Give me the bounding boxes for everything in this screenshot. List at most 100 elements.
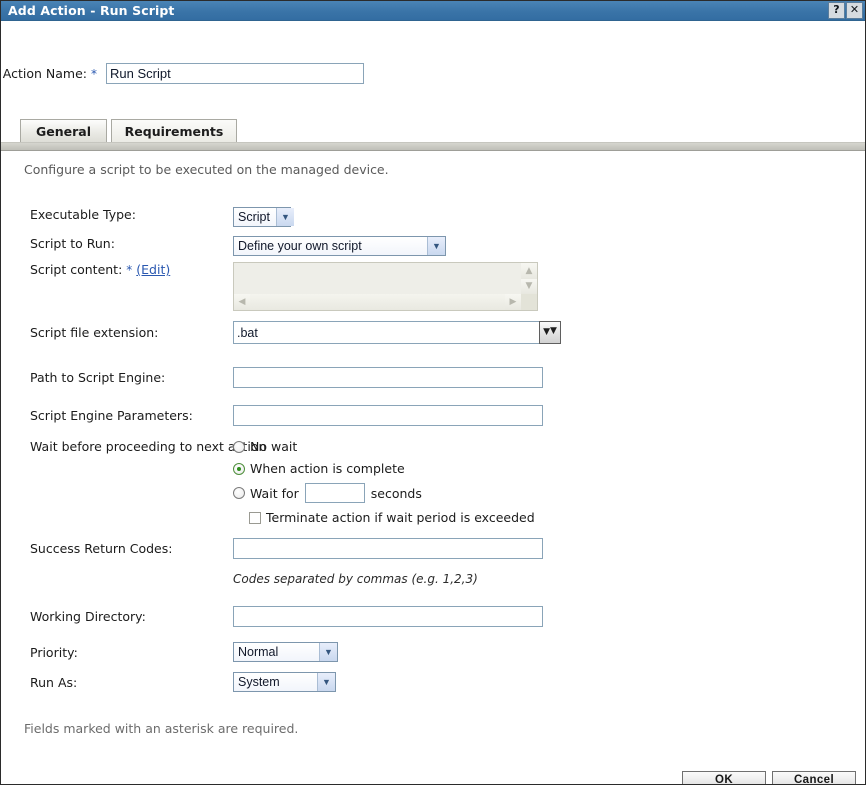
scroll-left-icon[interactable]: ◀ [234,294,250,310]
tab-requirements[interactable]: Requirements [111,119,237,142]
scroll-down-icon[interactable]: ▼ [521,279,537,295]
path-to-script-engine-field [233,367,865,388]
row-script-to-run: Script to Run: Define your own script ▼ [1,236,865,256]
radio-when-complete-label: When action is complete [250,461,405,476]
scroll-track[interactable] [250,294,505,310]
executable-type-select[interactable]: Script ▼ [233,207,291,227]
success-return-codes-label: Success Return Codes: [1,538,233,556]
wait-before-proceeding-label: Wait before proceeding to next action [1,439,241,454]
scroll-right-icon[interactable]: ▶ [505,294,521,310]
run-as-field: System ▼ [233,672,865,692]
radio-no-wait-label: No wait [250,439,297,454]
tab-strip: General Requirements [1,119,865,143]
action-name-row: Action Name: * [1,63,865,84]
script-engine-parameters-label: Script Engine Parameters: [1,405,233,423]
run-as-select[interactable]: System ▼ [233,672,336,692]
script-content-field: ▲ ▼ ◀ ▶ [233,262,865,311]
script-content-label-text: Script content: [30,262,122,277]
required-asterisk: * [91,67,97,81]
row-wait-before-proceeding: Wait before proceeding to next action No… [1,439,865,532]
chevron-down-icon: ▼ [317,673,335,691]
row-run-as: Run As: System ▼ [1,672,865,692]
priority-field: Normal ▼ [233,642,865,662]
script-engine-parameters-input[interactable] [233,405,543,426]
working-directory-label: Working Directory: [1,606,233,624]
scroll-up-icon[interactable]: ▲ [521,263,537,279]
wait-before-proceeding-options: No wait When action is complete Wait for… [233,439,865,532]
action-name-input[interactable] [106,63,364,84]
radio-when-complete[interactable]: When action is complete [233,461,865,476]
working-directory-input[interactable] [233,606,543,627]
script-content-label: Script content: * (Edit) [1,262,233,277]
radio-wait-for-label: Wait for [250,486,299,501]
script-content-text [234,263,521,294]
dialog-body: Action Name: * General Requirements Conf… [1,21,865,785]
script-file-extension-combo[interactable]: ▼ ▼ [233,321,561,344]
terminate-action-checkbox[interactable] [249,512,261,524]
double-chevron-down-icon[interactable]: ▼ ▼ [539,321,561,344]
scrollbar-corner [521,294,537,310]
dialog-window: Add Action - Run Script ? ✕ Action Name:… [0,0,866,785]
script-to-run-field: Define your own script ▼ [233,236,865,256]
radio-when-complete-button[interactable] [233,463,245,475]
script-file-extension-input[interactable] [233,321,539,344]
script-to-run-value: Define your own script [238,239,368,253]
double-chevron-bottom: ▼ [550,329,557,334]
run-as-value: System [238,675,286,689]
row-working-directory: Working Directory: [1,606,865,627]
title-bar: Add Action - Run Script ? ✕ [1,1,865,21]
priority-value: Normal [238,645,284,659]
required-fields-note: Fields marked with an asterisk are requi… [24,721,298,736]
script-content-vertical-scrollbar[interactable]: ▲ ▼ [521,263,537,294]
success-return-codes-input[interactable] [233,538,543,559]
row-executable-type: Executable Type: Script ▼ [1,207,865,227]
double-chevron-top: ▼ [543,330,550,335]
window-title: Add Action - Run Script [1,3,175,18]
tab-underline [1,142,866,151]
path-to-script-engine-label: Path to Script Engine: [1,367,233,385]
row-priority: Priority: Normal ▼ [1,642,865,662]
wait-seconds-input[interactable] [305,483,365,503]
radio-no-wait[interactable]: No wait [233,439,865,454]
ok-button[interactable]: OK [682,771,766,785]
cancel-button[interactable]: Cancel [772,771,856,785]
row-success-return-codes: Success Return Codes: Codes separated by… [1,538,865,586]
tab-general[interactable]: General [20,119,107,142]
row-path-to-script-engine: Path to Script Engine: [1,367,865,388]
radio-no-wait-button[interactable] [233,441,245,453]
success-return-codes-field: Codes separated by commas (e.g. 1,2,3) [233,538,865,586]
action-name-label: Action Name: * [1,66,102,81]
script-content-textarea[interactable]: ▲ ▼ ◀ ▶ [233,262,538,311]
script-file-extension-field: ▼ ▼ [233,321,865,344]
executable-type-field: Script ▼ [233,207,865,227]
executable-type-value: Script [238,210,276,224]
script-file-extension-label: Script file extension: [1,321,233,340]
row-script-content: Script content: * (Edit) ▲ ▼ ◀ [1,262,865,311]
radio-wait-for-button[interactable] [233,487,245,499]
priority-label: Priority: [1,642,233,660]
radio-selected-dot [237,467,241,471]
dialog-buttons: OK Cancel [682,771,856,785]
path-to-script-engine-input[interactable] [233,367,543,388]
required-asterisk: * [126,263,132,277]
chevron-down-icon: ▼ [319,643,337,661]
radio-wait-for[interactable]: Wait for seconds [233,483,865,503]
priority-select[interactable]: Normal ▼ [233,642,338,662]
run-as-label: Run As: [1,672,233,690]
chevron-down-icon: ▼ [427,237,445,255]
script-content-horizontal-scrollbar[interactable]: ◀ ▶ [234,294,521,310]
script-content-edit-link[interactable]: (Edit) [136,262,170,277]
row-script-file-extension: Script file extension: ▼ ▼ [1,321,865,344]
executable-type-label: Executable Type: [1,207,233,222]
checkbox-terminate-action[interactable]: Terminate action if wait period is excee… [249,510,865,525]
working-directory-field [233,606,865,627]
help-icon[interactable]: ? [828,2,845,19]
script-engine-parameters-field [233,405,865,426]
wait-seconds-suffix: seconds [371,486,422,501]
script-to-run-label: Script to Run: [1,236,233,251]
close-icon[interactable]: ✕ [846,2,863,19]
terminate-action-label: Terminate action if wait period is excee… [266,510,535,525]
row-script-engine-parameters: Script Engine Parameters: [1,405,865,426]
success-return-codes-hint: Codes separated by commas (e.g. 1,2,3) [233,572,865,586]
script-to-run-select[interactable]: Define your own script ▼ [233,236,446,256]
